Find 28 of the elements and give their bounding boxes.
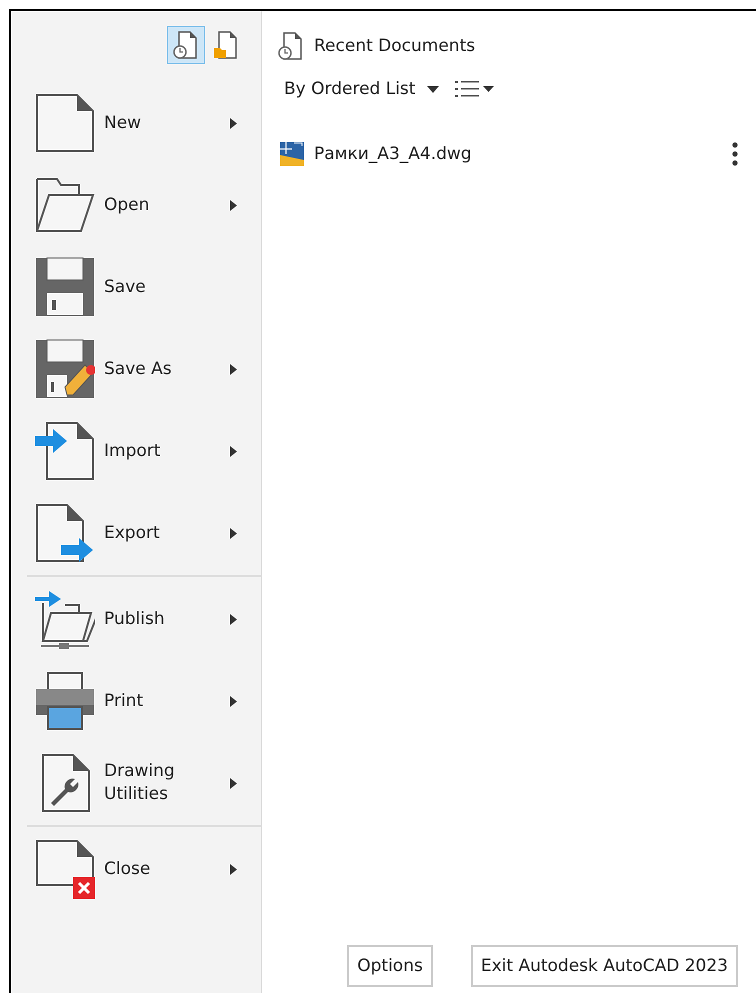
printer-icon [35, 671, 95, 731]
section-title: Recent Documents [314, 36, 476, 56]
page-icon [35, 93, 95, 153]
page-arrow-icon [35, 503, 95, 563]
menu-item[interactable]: Print [11, 660, 261, 742]
menu-item[interactable]: Open [11, 164, 261, 246]
caret-icon [427, 86, 440, 92]
menu-item[interactable]: Close [11, 828, 261, 910]
footer-button[interactable]: Exit Autodesk AutoCAD 2023 [470, 945, 738, 987]
more-options-icon[interactable] [732, 142, 738, 166]
folder-network-icon [35, 589, 95, 649]
menu-item[interactable]: Import [11, 410, 261, 492]
recent-document-icon[interactable] [167, 26, 205, 64]
menu-item[interactable]: Save As [11, 328, 261, 410]
menu-item[interactable]: New [11, 82, 261, 164]
menu-item[interactable]: Save [11, 246, 261, 328]
floppy-disk-pencil-icon [35, 339, 95, 399]
page-close-icon [35, 839, 95, 899]
folder-icon [35, 175, 95, 235]
menu-item[interactable]: Export [11, 492, 261, 574]
menu-item[interactable]: Publish [11, 578, 261, 660]
footer-button[interactable]: Options [347, 945, 433, 987]
file-link[interactable]: Рамки_А3_А4.dwg [314, 144, 732, 164]
page-arrow-icon [35, 421, 95, 481]
recent-document-icon [278, 31, 304, 61]
menu-item[interactable]: Drawing Utilities [11, 742, 261, 824]
drawing-file-icon [280, 142, 304, 166]
sort-dropdown[interactable]: By Ordered List [278, 79, 440, 99]
